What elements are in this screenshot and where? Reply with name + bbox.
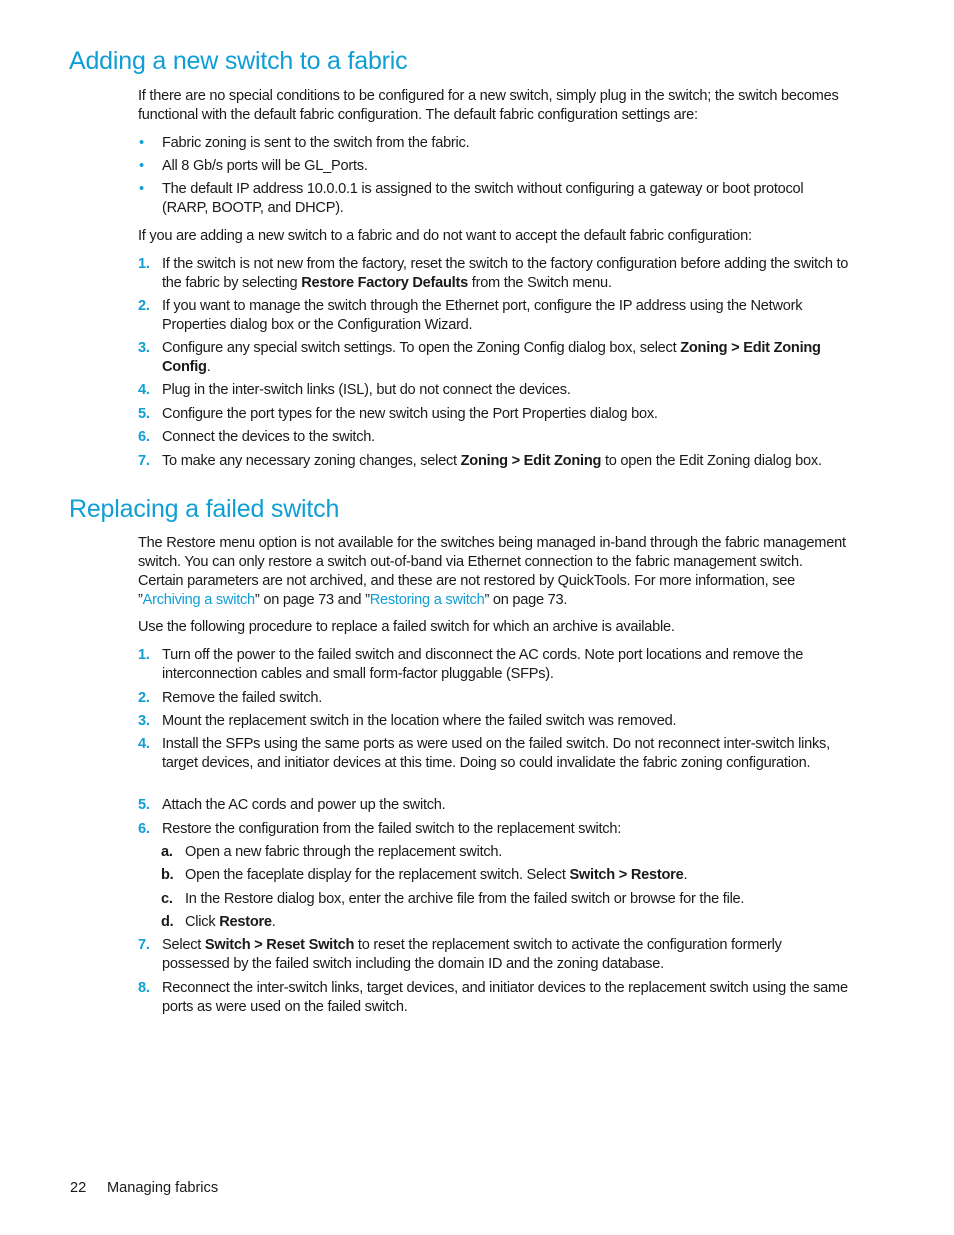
chapter-title: Managing fabrics — [107, 1180, 219, 1196]
section-heading-replacing-switch: Replacing a failed switch — [69, 495, 340, 523]
lead-paragraph: If you are adding a new switch to a fabr… — [138, 228, 752, 244]
step-item: 5. Configure the port types for the new … — [138, 406, 658, 422]
section-heading-adding-switch: Adding a new switch to a fabric — [69, 47, 408, 75]
ui-term: Restore Factory Defaults — [301, 275, 468, 291]
intro-paragraph: The Restore menu option is not available… — [138, 535, 846, 608]
substep-item: c. In the Restore dialog box, enter the … — [161, 891, 745, 907]
ui-term: Restore — [219, 914, 272, 930]
page-footer: 22 Managing fabrics — [70, 1180, 218, 1196]
bullet-item: • All 8 Gb/s ports will be GL_Ports. — [139, 158, 368, 174]
bullet-item: • Fabric zoning is sent to the switch fr… — [139, 135, 470, 151]
substep-item: d. Click Restore. — [161, 914, 276, 930]
step-item: 6. Restore the configuration from the fa… — [138, 821, 622, 837]
step-item: 7. Select Switch > Reset Switch to reset… — [138, 937, 782, 972]
step-item: 7. To make any necessary zoning changes,… — [138, 453, 822, 469]
archiving-switch-link[interactable]: Archiving a switch — [143, 592, 256, 608]
step-item: 6. Connect the devices to the switch. — [138, 429, 375, 445]
step-item: 1. If the switch is not new from the fac… — [138, 256, 849, 291]
step-item: 4. Install the SFPs using the same ports… — [138, 736, 830, 771]
step-item: 4. Plug in the inter-switch links (ISL),… — [138, 382, 571, 398]
step-item: 3. Configure any special switch settings… — [138, 340, 821, 375]
restoring-switch-link[interactable]: Restoring a switch — [370, 592, 485, 608]
bullet-icon: • — [139, 135, 144, 151]
step-item: 5. Attach the AC cords and power up the … — [138, 797, 446, 813]
ui-term: Zoning > Edit Zoning — [460, 453, 602, 469]
step-item: 1. Turn off the power to the failed swit… — [138, 647, 804, 682]
intro-paragraph: If there are no special conditions to be… — [138, 88, 839, 123]
step-item: 3. Mount the replacement switch in the l… — [138, 713, 677, 729]
ui-term: Switch > Reset Switch — [204, 937, 355, 953]
bullet-icon: • — [139, 158, 144, 174]
bullet-icon: • — [139, 181, 144, 197]
page-number: 22 — [70, 1180, 87, 1196]
substep-item: a. Open a new fabric through the replace… — [161, 844, 503, 860]
bullet-item: • The default IP address 10.0.0.1 is ass… — [139, 181, 804, 216]
lead-paragraph: Use the following procedure to replace a… — [138, 619, 675, 635]
step-item: 8. Reconnect the inter-switch links, tar… — [138, 980, 848, 1015]
ui-term: Switch > Restore — [569, 867, 684, 883]
step-item: 2. Remove the failed switch. — [138, 690, 323, 706]
step-item: 2. If you want to manage the switch thro… — [138, 298, 803, 333]
substep-item: b. Open the faceplate display for the re… — [161, 867, 688, 883]
